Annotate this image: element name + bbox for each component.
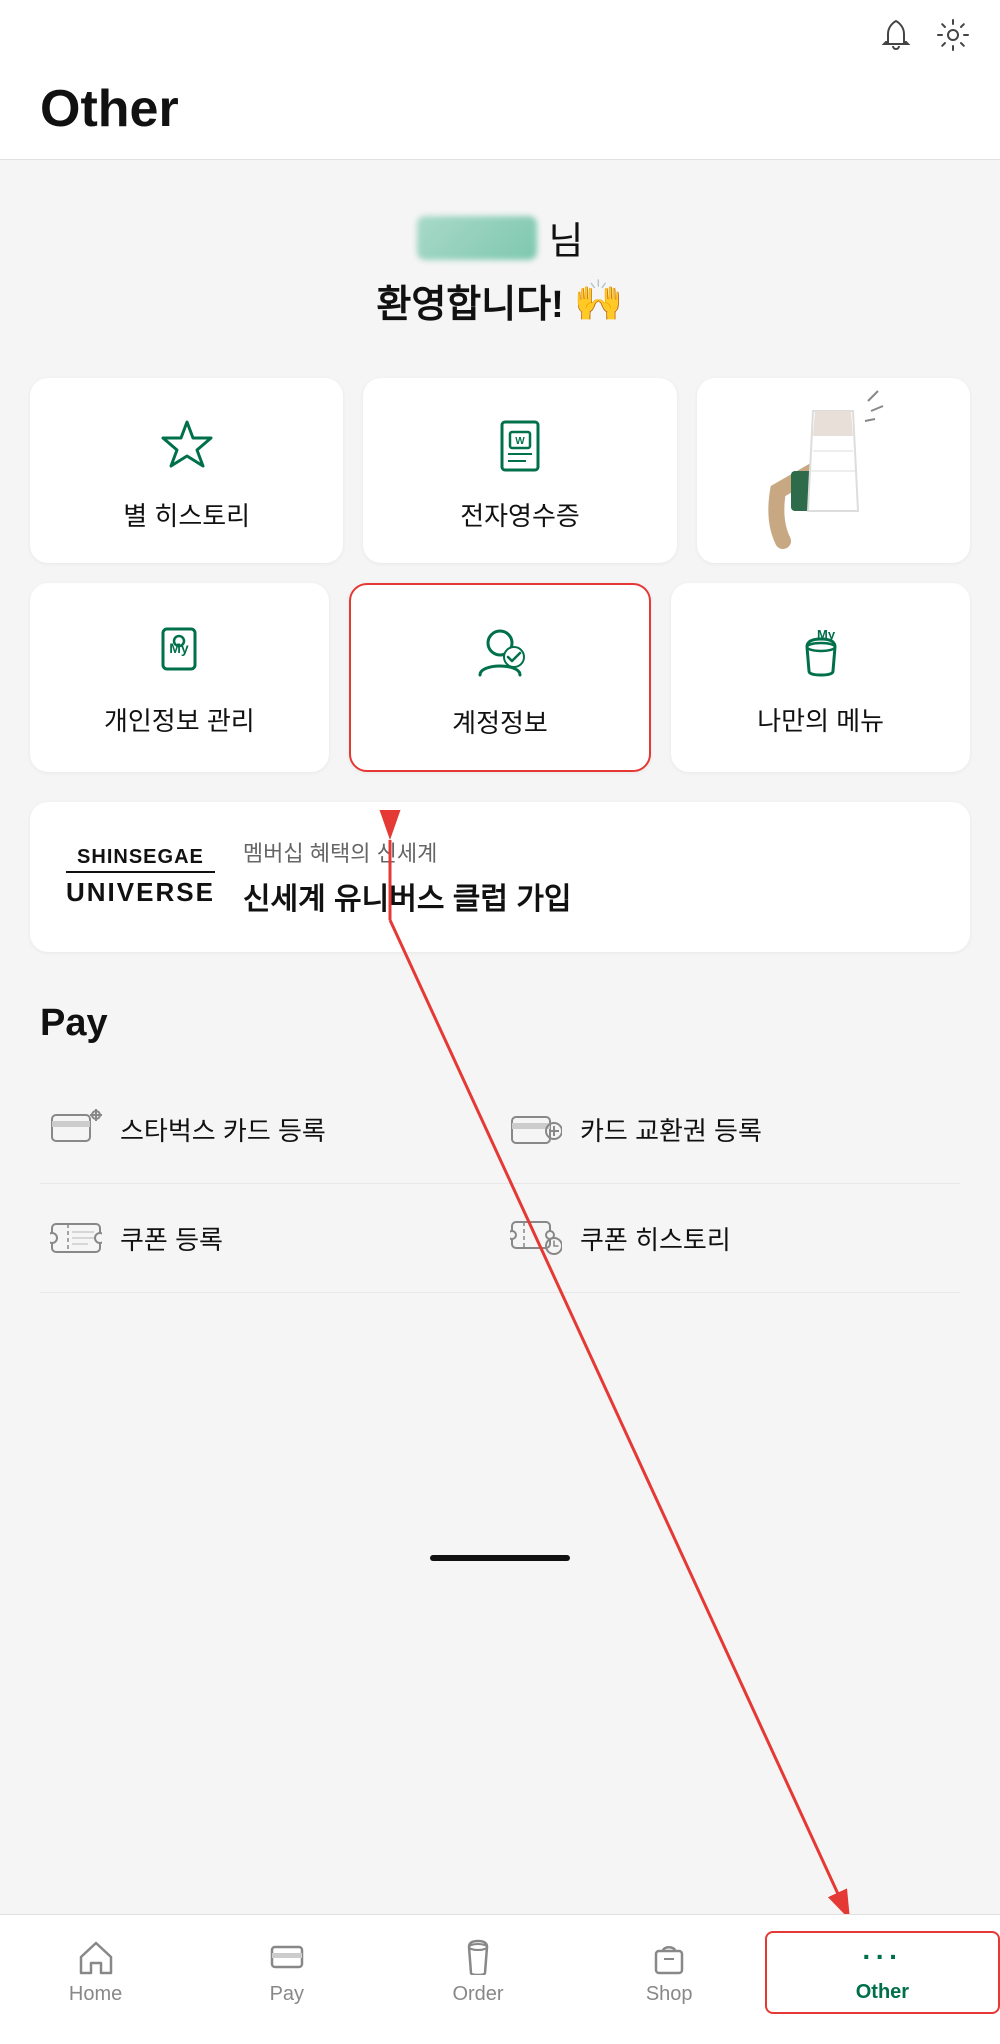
page-title-section: Other: [0, 69, 1000, 160]
cards-row-2: My 개인정보 관리 계정정보 My: [30, 583, 970, 772]
coupon-register-icon: [50, 1212, 102, 1264]
banner-card[interactable]: SHINSEGAE UNIVERSE 멤버십 혜택의 신세계 신세계 유니버스 …: [30, 802, 970, 952]
banner-text-block: 멤버십 혜택의 신세계 신세계 유니버스 클럽 가입: [243, 836, 934, 918]
home-nav-icon: [77, 1939, 115, 1975]
nav-shop[interactable]: Shop: [574, 1939, 765, 2006]
pay-item-card-exchange-label: 카드 교환권 등록: [580, 1111, 762, 1148]
banner-section: SHINSEGAE UNIVERSE 멤버십 혜택의 신세계 신세계 유니버스 …: [0, 802, 1000, 972]
shinsegae-top: SHINSEGAE: [77, 846, 204, 869]
shinsegae-logo: SHINSEGAE UNIVERSE: [66, 846, 215, 908]
shop-nav-icon: [650, 1939, 688, 1975]
pay-section-title: Pay: [40, 1002, 960, 1045]
pay-item-card-exchange[interactable]: 카드 교환권 등록: [500, 1075, 960, 1184]
nav-pay[interactable]: Pay: [191, 1939, 382, 2006]
card-account-info-label: 계정정보: [452, 703, 548, 740]
card-account-info[interactable]: 계정정보: [349, 583, 652, 772]
receipt-icon: W: [488, 414, 552, 478]
nav-order-label: Order: [452, 1983, 503, 2006]
banner-title: 신세계 유니버스 클럽 가입: [243, 874, 934, 918]
hands-emoji: 🙌: [574, 277, 624, 324]
home-bar: [0, 1513, 1000, 1573]
starbucks-card-icon: [50, 1103, 102, 1155]
card-receipt-label: 전자영수증: [460, 496, 580, 533]
bell-icon[interactable]: [880, 18, 912, 59]
nav-order[interactable]: Order: [382, 1939, 573, 2006]
nav-home[interactable]: Home: [0, 1939, 191, 2006]
user-name-blurred: [417, 216, 537, 260]
pay-item-card-register-label: 스타벅스 카드 등록: [120, 1111, 326, 1148]
status-bar: [0, 0, 1000, 69]
illustration-card: [697, 378, 970, 563]
card-star-history-label: 별 히스토리: [123, 496, 250, 533]
nav-pay-label: Pay: [270, 1983, 304, 2006]
gear-icon[interactable]: [936, 18, 970, 59]
star-icon: [155, 414, 219, 478]
svg-text:My: My: [170, 640, 190, 656]
pay-item-card-register[interactable]: 스타벅스 카드 등록: [40, 1075, 500, 1184]
pay-item-coupon-register[interactable]: 쿠폰 등록: [40, 1184, 500, 1293]
pay-item-coupon-history[interactable]: 쿠폰 히스토리: [500, 1184, 960, 1293]
account-info-icon: [468, 621, 532, 685]
cup-illustration: [753, 381, 913, 561]
welcome-nim: 님: [549, 210, 584, 265]
card-receipt[interactable]: W 전자영수증: [363, 378, 676, 563]
card-exchange-icon: [510, 1103, 562, 1155]
card-star-history[interactable]: 별 히스토리: [30, 378, 343, 563]
pay-grid: 스타벅스 카드 등록 카드 교환권 등록: [40, 1075, 960, 1293]
cards-row-1: 별 히스토리 W 전자영수증: [30, 378, 970, 563]
pay-nav-icon: [268, 1939, 306, 1975]
nav-other[interactable]: ··· Other: [765, 1931, 1000, 2014]
welcome-text: 환영합니다! 🙌: [20, 273, 980, 328]
card-personal-info[interactable]: My 개인정보 관리: [30, 583, 329, 772]
welcome-section: 님 환영합니다! 🙌: [0, 160, 1000, 358]
my-menu-icon: My: [789, 619, 853, 683]
svg-text:W: W: [515, 436, 525, 447]
home-bar-indicator: [430, 1555, 570, 1561]
page-title: Other: [40, 79, 960, 139]
card-my-menu[interactable]: My 나만의 메뉴: [671, 583, 970, 772]
card-personal-info-label: 개인정보 관리: [104, 701, 255, 738]
banner-subtitle: 멤버십 혜택의 신세계: [243, 836, 934, 868]
coupon-history-icon: [510, 1212, 562, 1264]
nav-other-label: Other: [856, 1981, 909, 2004]
pay-section: Pay 스타벅스 카드 등록: [0, 972, 1000, 1313]
card-my-menu-label: 나만의 메뉴: [757, 701, 884, 738]
order-nav-icon: [459, 1939, 497, 1975]
nav-shop-label: Shop: [646, 1983, 693, 2006]
nav-home-label: Home: [69, 1983, 122, 2006]
pay-item-coupon-register-label: 쿠폰 등록: [120, 1220, 223, 1257]
other-dots-icon: ···: [862, 1941, 902, 1973]
bottom-nav: Home Pay Order Shop ··· O: [0, 1914, 1000, 2044]
shinsegae-bottom: UNIVERSE: [66, 871, 215, 908]
personal-info-icon: My: [147, 619, 211, 683]
pay-item-coupon-history-label: 쿠폰 히스토리: [580, 1220, 731, 1257]
cards-section: 별 히스토리 W 전자영수증: [0, 358, 1000, 802]
